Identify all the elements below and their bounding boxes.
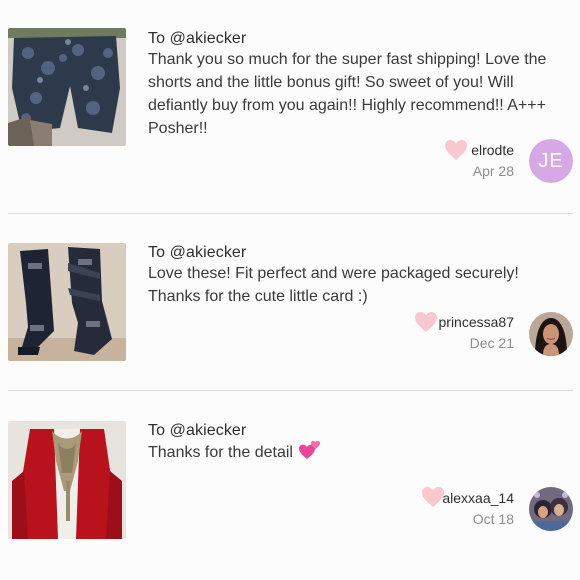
profile-photo-icon (529, 487, 573, 531)
red-cardigan-photo-icon (8, 421, 126, 539)
avatar[interactable] (529, 312, 573, 356)
review-text: Thanks for the detail (148, 440, 553, 467)
avatar-initials: JE (529, 139, 573, 183)
reviewer-username[interactable]: princessa87 (439, 314, 515, 330)
review-recipient[interactable]: To @akiecker (148, 244, 246, 262)
heart-icon[interactable] (414, 311, 438, 333)
black-boots-photo-icon (8, 243, 126, 361)
review-recipient[interactable]: To @akiecker (148, 30, 246, 48)
divider (8, 390, 573, 391)
reviewer-username[interactable]: alexxaa_14 (442, 490, 514, 506)
item-photo[interactable] (8, 28, 126, 146)
item-photo[interactable] (8, 243, 126, 361)
profile-photo-icon (529, 312, 573, 356)
divider (8, 213, 573, 214)
heart-icon[interactable] (444, 139, 468, 161)
two-hearts-emoji-icon (299, 440, 321, 467)
avatar[interactable]: JE (529, 139, 573, 183)
item-photo[interactable] (8, 421, 126, 539)
avatar[interactable] (529, 487, 573, 531)
review-date: Apr 28 (472, 163, 514, 179)
floral-shorts-photo-icon (8, 28, 126, 146)
review-text: Love these! Fit perfect and were package… (148, 265, 519, 305)
review-text-content: Thanks for the detail (148, 444, 293, 461)
review-date: Oct 18 (472, 511, 514, 527)
review-feed: To @akiecker Thank you so much for the s… (0, 0, 580, 580)
review-recipient[interactable]: To @akiecker (148, 422, 246, 440)
review-date: Dec 21 (469, 335, 514, 351)
reviewer-username[interactable]: elrodte (471, 142, 514, 158)
review-text: Thank you so much for the super fast shi… (148, 51, 547, 137)
